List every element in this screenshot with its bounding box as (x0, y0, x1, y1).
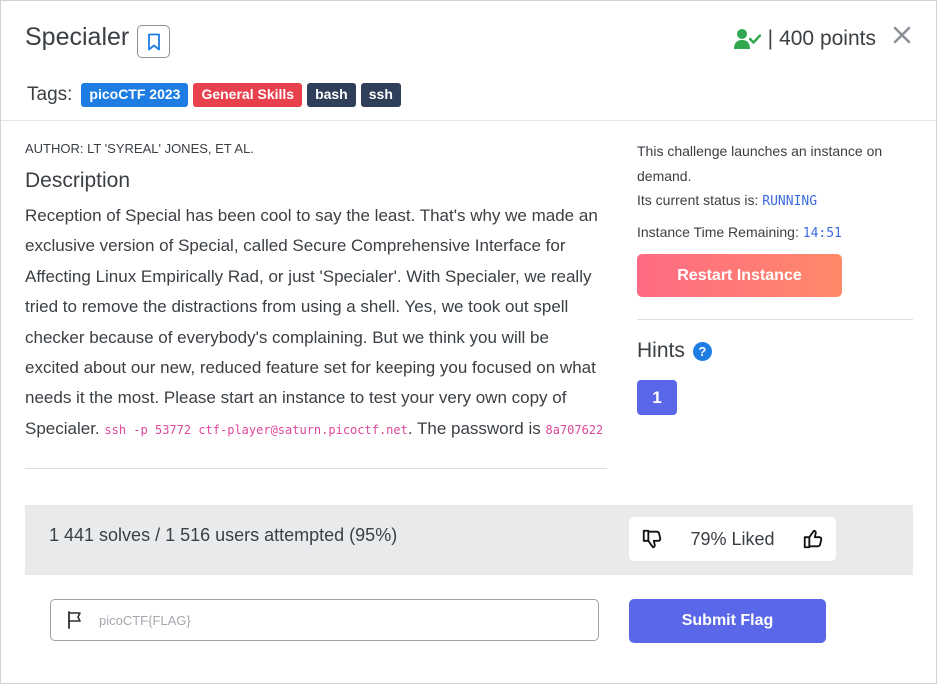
challenge-title: Specialer (25, 23, 130, 51)
stats-bar: 1 441 solves / 1 516 users attempted (95… (25, 505, 913, 575)
challenge-header: Specialer | 400 points Tags: picoCTF 202… (1, 1, 936, 121)
restart-instance-button[interactable]: Restart Instance (637, 254, 842, 297)
instance-time-value: 14:51 (802, 226, 842, 241)
instance-status-value: RUNNING (762, 194, 818, 209)
hint-1-button[interactable]: 1 (637, 380, 677, 415)
bookmark-button[interactable] (137, 25, 170, 58)
points-display: | 400 points (733, 27, 876, 51)
tag-general-skills[interactable]: General Skills (193, 83, 303, 107)
bookmark-icon (147, 33, 160, 50)
points-separator: | (767, 27, 774, 50)
close-button[interactable] (890, 23, 914, 47)
description-heading: Description (25, 169, 131, 192)
tag-picoctf-2023[interactable]: picoCTF 2023 (81, 83, 189, 107)
hints-heading: Hints (637, 339, 685, 362)
hints-divider (637, 319, 913, 320)
instance-launch-text: This challenge launches an instance on d… (637, 143, 883, 184)
instance-status-label: Its current status is: (637, 192, 763, 208)
tag-ssh[interactable]: ssh (360, 83, 401, 107)
hints-header: Hints ? (637, 339, 913, 363)
description-text: Reception of Special has been cool to sa… (25, 206, 598, 438)
submit-flag-button[interactable]: Submit Flag (629, 599, 826, 643)
like-widget: 79% Liked (629, 517, 836, 561)
description-body: Reception of Special has been cool to sa… (25, 201, 607, 445)
tags-row: Tags: picoCTF 2023 General Skills bash s… (27, 83, 401, 107)
password-text: . The password is (407, 418, 546, 438)
user-check-icon (733, 29, 761, 49)
challenge-modal: Specialer | 400 points Tags: picoCTF 202… (0, 0, 937, 684)
ssh-command: ssh -p 53772 ctf-player@saturn.picoctf.n… (104, 422, 408, 437)
close-icon (893, 26, 911, 44)
points-value: 400 points (779, 27, 876, 50)
instance-panel: This challenge launches an instance on d… (637, 139, 913, 415)
thumbs-up-icon[interactable] (802, 528, 824, 550)
liked-percentage: 79% Liked (690, 528, 775, 549)
flag-icon (68, 611, 81, 629)
tag-bash[interactable]: bash (307, 83, 356, 107)
instance-time-line: Instance Time Remaining: 14:51 (637, 224, 913, 241)
password-value: 8a707622 (545, 422, 604, 437)
description-divider (25, 468, 607, 469)
flag-input[interactable] (99, 612, 579, 628)
description-section: AUTHOR: LT 'SYREAL' JONES, ET AL. Descri… (25, 141, 607, 445)
flag-input-wrapper (50, 599, 599, 641)
help-icon[interactable]: ? (692, 341, 712, 361)
instance-time-label: Instance Time Remaining: (637, 224, 803, 240)
tags-label: Tags: (27, 84, 73, 105)
solves-count: 1 441 solves / 1 516 users attempted (95… (49, 525, 398, 545)
author-line: AUTHOR: LT 'SYREAL' JONES, ET AL. (25, 141, 254, 156)
thumbs-down-icon[interactable] (641, 528, 663, 550)
instance-status-line: Its current status is: RUNNING (637, 192, 913, 209)
